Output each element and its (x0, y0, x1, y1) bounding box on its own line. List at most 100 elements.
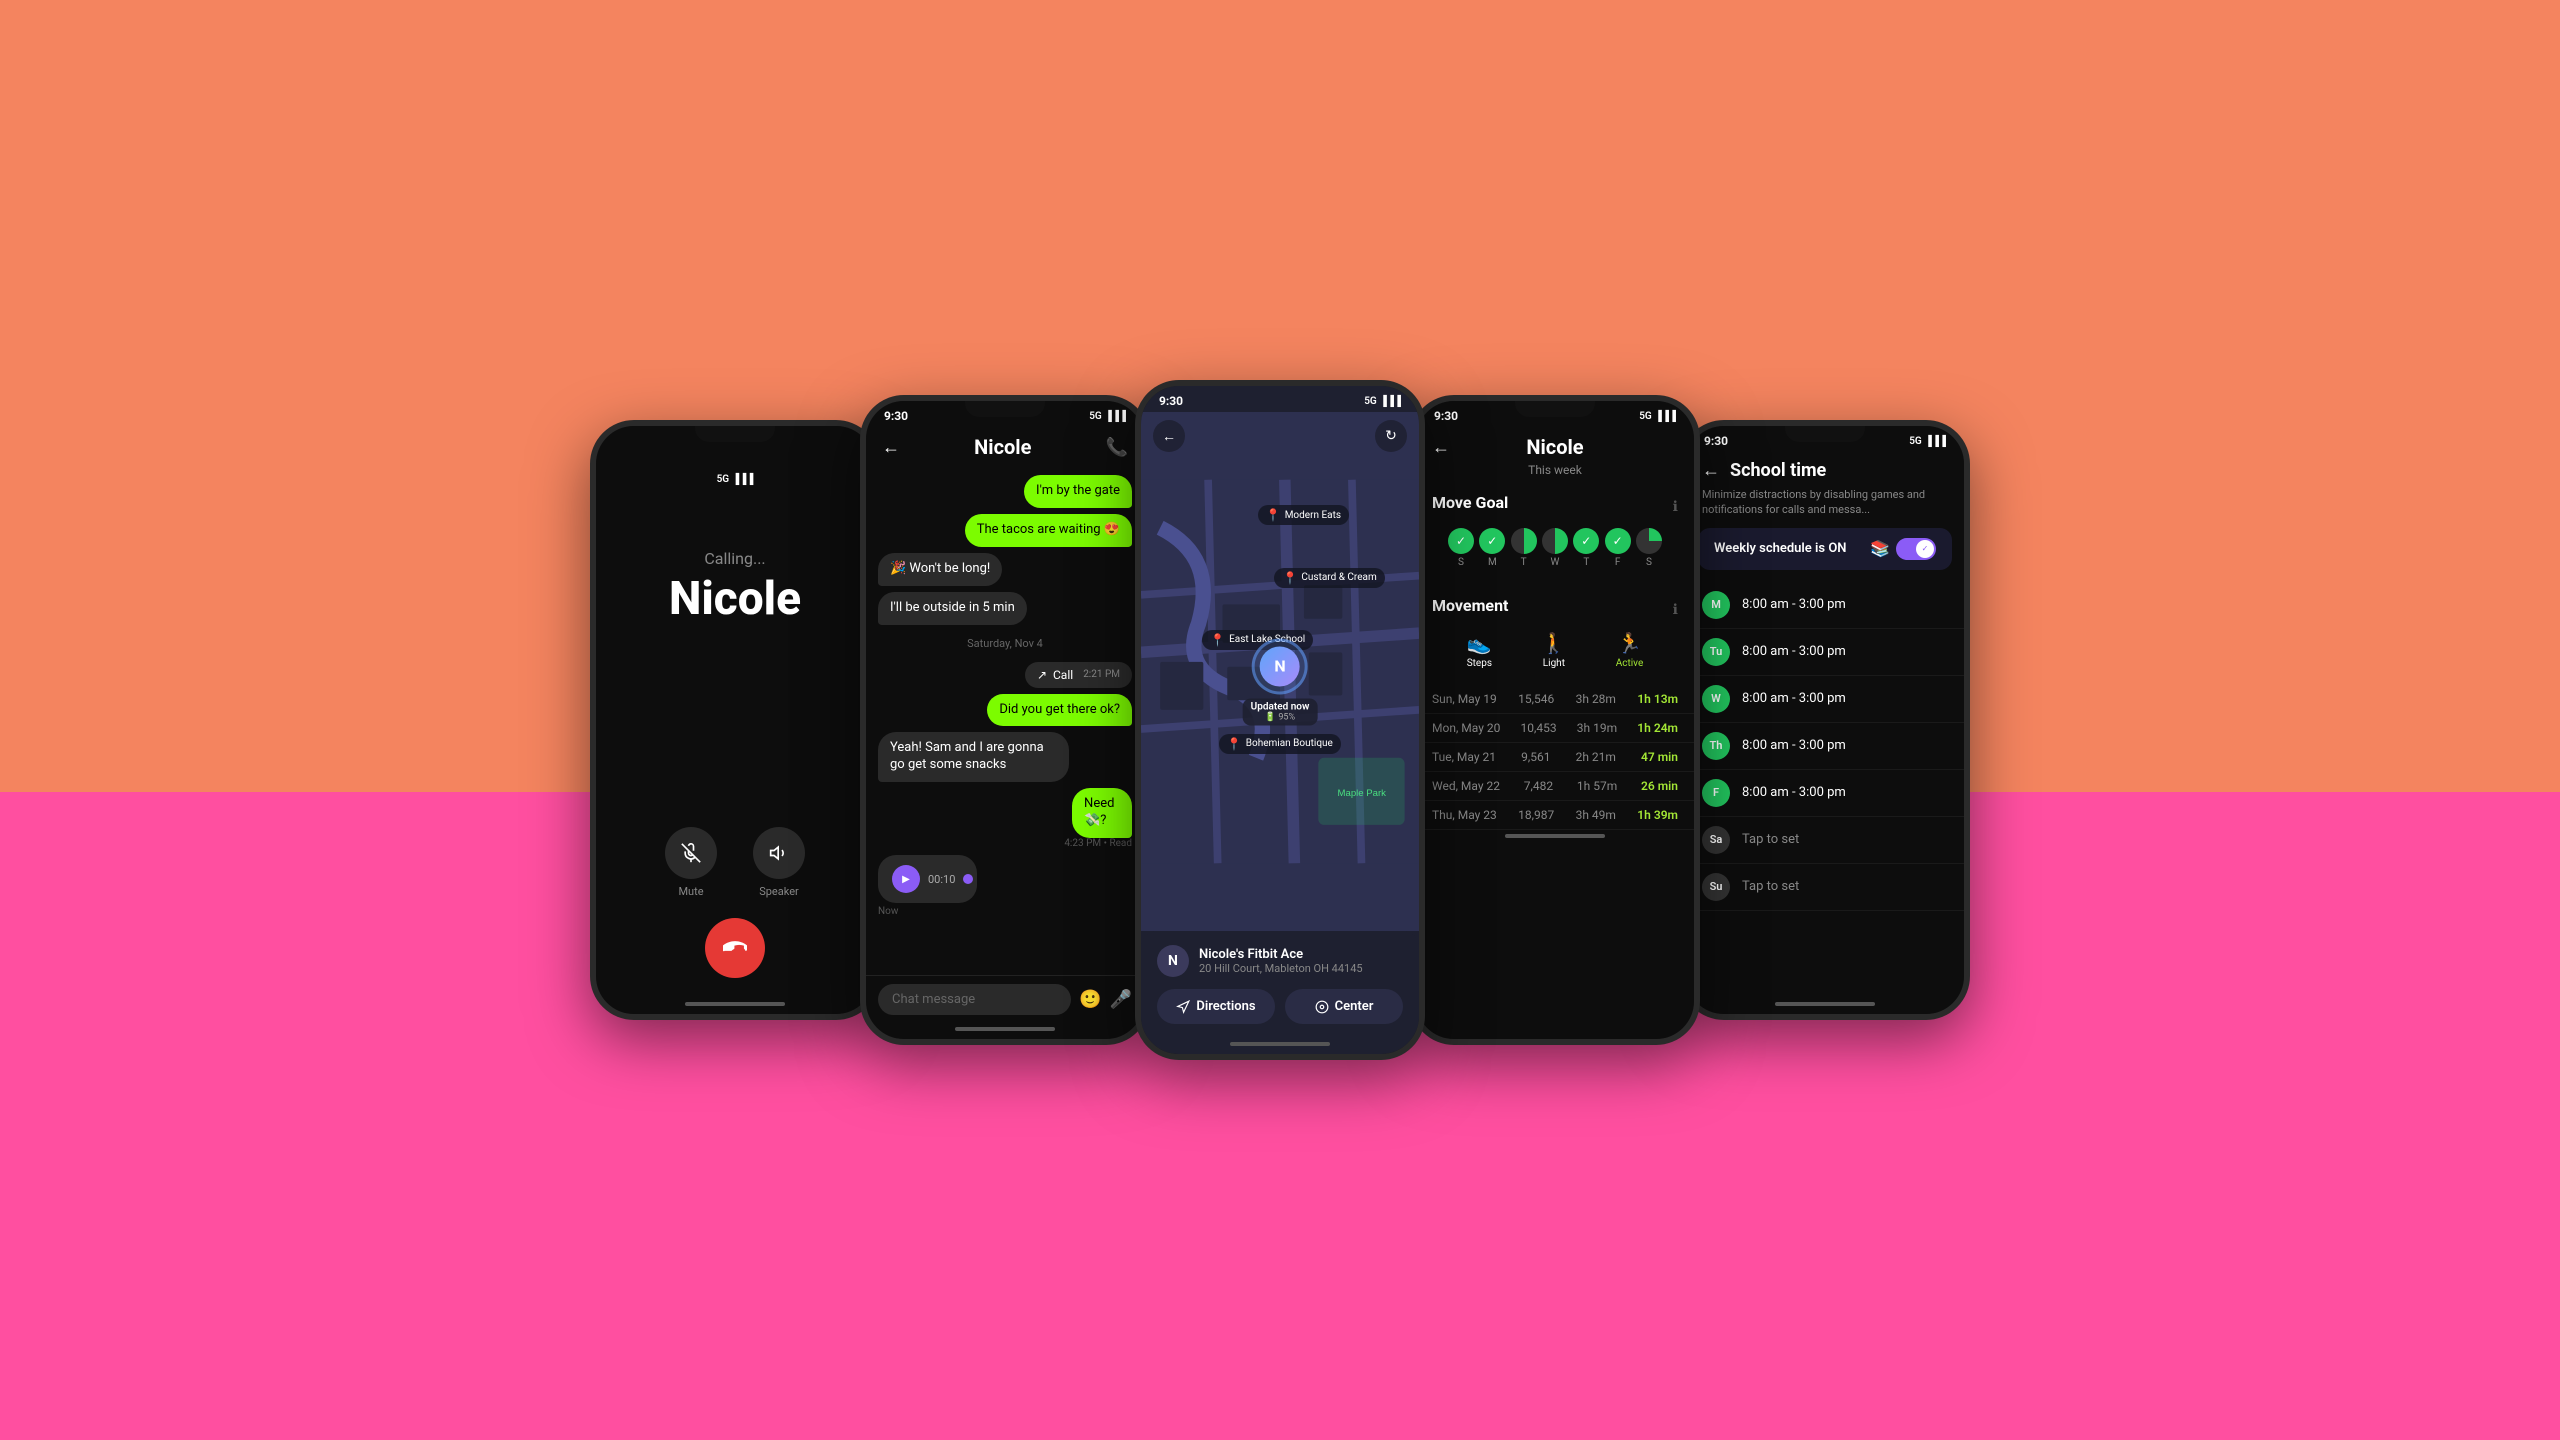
back-button-school[interactable]: ← (1702, 460, 1720, 481)
schedule-item-sun[interactable]: Su Tap to set (1686, 864, 1964, 911)
day-wednesday: W (1542, 528, 1568, 568)
light-icon: 🚶 (1541, 631, 1566, 655)
schedule-item-wed[interactable]: W 8:00 am - 3:00 pm (1686, 676, 1964, 723)
call-arrow-icon: ↗ (1037, 668, 1047, 682)
info-icon[interactable]: ℹ (1673, 499, 1678, 515)
day-friday: ✓ F (1605, 528, 1631, 568)
mic-icon[interactable]: 🎤 (1110, 989, 1132, 1010)
progress-dot (963, 874, 973, 884)
bars-3: ▐▐▐ (1380, 396, 1401, 407)
msg-bubble: I'm by the gate (1024, 475, 1132, 508)
back-button-msg[interactable]: ← (882, 437, 900, 458)
notch (695, 426, 775, 442)
signal-4: 5G (1639, 411, 1652, 422)
day-badge-fri: F (1702, 779, 1730, 807)
notch-4 (1515, 401, 1595, 417)
calling-label: Calling... (704, 549, 765, 568)
toggle-knob: ✓ (1916, 540, 1934, 558)
mute-label: Mute (678, 885, 703, 898)
audio-message[interactable]: ▶ 00:10 (878, 855, 977, 903)
play-button[interactable]: ▶ (892, 865, 920, 893)
map-refresh-button[interactable]: ↻ (1375, 420, 1407, 452)
call-time: 2:21 PM (1083, 669, 1120, 680)
day-check-tue (1511, 528, 1537, 554)
date-thu: Thu, May 23 (1432, 808, 1497, 822)
pin-icon: 📍 (1266, 508, 1281, 522)
schedule-tap-sun: Tap to set (1742, 879, 1799, 894)
date-tue: Tue, May 21 (1432, 750, 1496, 764)
message-contact-name: Nicole (974, 435, 1031, 459)
call-button-msg[interactable]: 📞 (1106, 437, 1128, 458)
move-goal-title: Move Goal (1432, 493, 1508, 512)
speaker-button[interactable]: Speaker (753, 827, 805, 898)
phone-calling: 5G ▐▐▐ Calling... Nicole Mute Speaker (590, 420, 880, 1020)
day-sunday: ✓ S (1448, 528, 1474, 568)
time-3: 9:30 (1159, 394, 1183, 408)
date-mon: Mon, May 20 (1432, 721, 1500, 735)
data-row-thu: Thu, May 23 18,987 3h 49m 1h 39m (1416, 801, 1694, 830)
day-check-sun: ✓ (1448, 528, 1474, 554)
label-text: Custard & Cream (1301, 572, 1376, 583)
home-indicator (685, 1002, 785, 1006)
data-row-wed: Wed, May 22 7,482 1h 57m 26 min (1416, 772, 1694, 801)
day-thursday: ✓ T (1573, 528, 1599, 568)
phone-activity: 9:30 5G ▐▐▐ ← Nicole This week Move Goal… (1410, 395, 1700, 1045)
pin-icon: 📍 (1282, 571, 1297, 585)
map-back-button[interactable]: ← (1153, 420, 1185, 452)
light-mon: 3h 19m (1577, 721, 1617, 735)
date-wed: Wed, May 22 (1432, 779, 1500, 793)
directions-button[interactable]: Directions (1157, 989, 1275, 1024)
status-icons-2: 5G ▐▐▐ (1089, 411, 1126, 422)
user-location-marker: N Updated now 🔋 95% (1243, 638, 1318, 725)
phone-school: 9:30 5G ▐▐▐ ← School time Minimize distr… (1680, 420, 1970, 1020)
school-screen: 9:30 5G ▐▐▐ ← School time Minimize distr… (1686, 426, 1964, 1014)
day-label-sat: S (1646, 557, 1652, 568)
schedule-item-mon[interactable]: M 8:00 am - 3:00 pm (1686, 582, 1964, 629)
calling-name: Nicole (669, 572, 801, 626)
move-goal-header: Move Goal ℹ (1432, 493, 1678, 520)
back-button-activity[interactable]: ← (1432, 437, 1450, 458)
schedule-item-fri[interactable]: F 8:00 am - 3:00 pm (1686, 770, 1964, 817)
day-check-mon: ✓ (1479, 528, 1505, 554)
signal-5: 5G (1909, 436, 1922, 447)
map-view[interactable]: Maple Park ← ↻ 📍 Modern Eats (1141, 412, 1419, 931)
mute-button[interactable]: Mute (665, 827, 717, 898)
steps-label: Steps (1467, 658, 1492, 669)
light-thu: 3h 49m (1576, 808, 1616, 822)
home-indicator-4 (1505, 834, 1605, 838)
end-call-button[interactable] (705, 918, 765, 978)
day-label-sun: S (1458, 557, 1464, 568)
emoji-icon[interactable]: 🙂 (1079, 989, 1101, 1010)
center-button[interactable]: Center (1285, 989, 1403, 1024)
schedule-item-sat[interactable]: Sa Tap to set (1686, 817, 1964, 864)
bars-4: ▐▐▐ (1655, 411, 1676, 422)
info-icon-movement[interactable]: ℹ (1673, 602, 1678, 618)
home-indicator-2 (955, 1027, 1055, 1031)
active-thu: 1h 39m (1637, 808, 1678, 822)
phone-messages: 9:30 5G ▐▐▐ ← Nicole 📞 I'm by the gate T… (860, 395, 1150, 1045)
device-avatar: N (1157, 945, 1189, 977)
light-sun: 3h 28m (1576, 692, 1616, 706)
map-header: ← ↻ (1141, 412, 1419, 460)
chat-input[interactable]: Chat message (878, 984, 1071, 1015)
status-bar-1: 5G ▐▐▐ (699, 466, 772, 489)
data-row-sun: Sun, May 19 15,546 3h 28m 1h 13m (1416, 685, 1694, 714)
school-header: ← School time (1686, 452, 1964, 487)
day-check-thu: ✓ (1573, 528, 1599, 554)
day-badge-sun: Su (1702, 873, 1730, 901)
schedule-item-thu[interactable]: Th 8:00 am - 3:00 pm (1686, 723, 1964, 770)
book-icon: 📚 (1870, 539, 1890, 558)
msg-bubble: Need 💸? (1072, 788, 1132, 838)
messages-screen: 9:30 5G ▐▐▐ ← Nicole 📞 I'm by the gate T… (866, 401, 1144, 1039)
signal-2: 5G (1089, 411, 1102, 422)
audio-timestamp: Now (878, 906, 898, 917)
day-badge-wed: W (1702, 685, 1730, 713)
light-tue: 2h 21m (1576, 750, 1616, 764)
day-badge-sat: Sa (1702, 826, 1730, 854)
schedule-list: M 8:00 am - 3:00 pm Tu 8:00 am - 3:00 pm… (1686, 582, 1964, 998)
schedule-item-tue[interactable]: Tu 8:00 am - 3:00 pm (1686, 629, 1964, 676)
weekly-schedule-toggle[interactable]: ✓ (1896, 538, 1936, 560)
day-label-wed: W (1551, 557, 1560, 568)
weekly-schedule-row: Weekly schedule is ON 📚 ✓ (1698, 528, 1952, 570)
home-indicator-3 (1230, 1042, 1330, 1046)
